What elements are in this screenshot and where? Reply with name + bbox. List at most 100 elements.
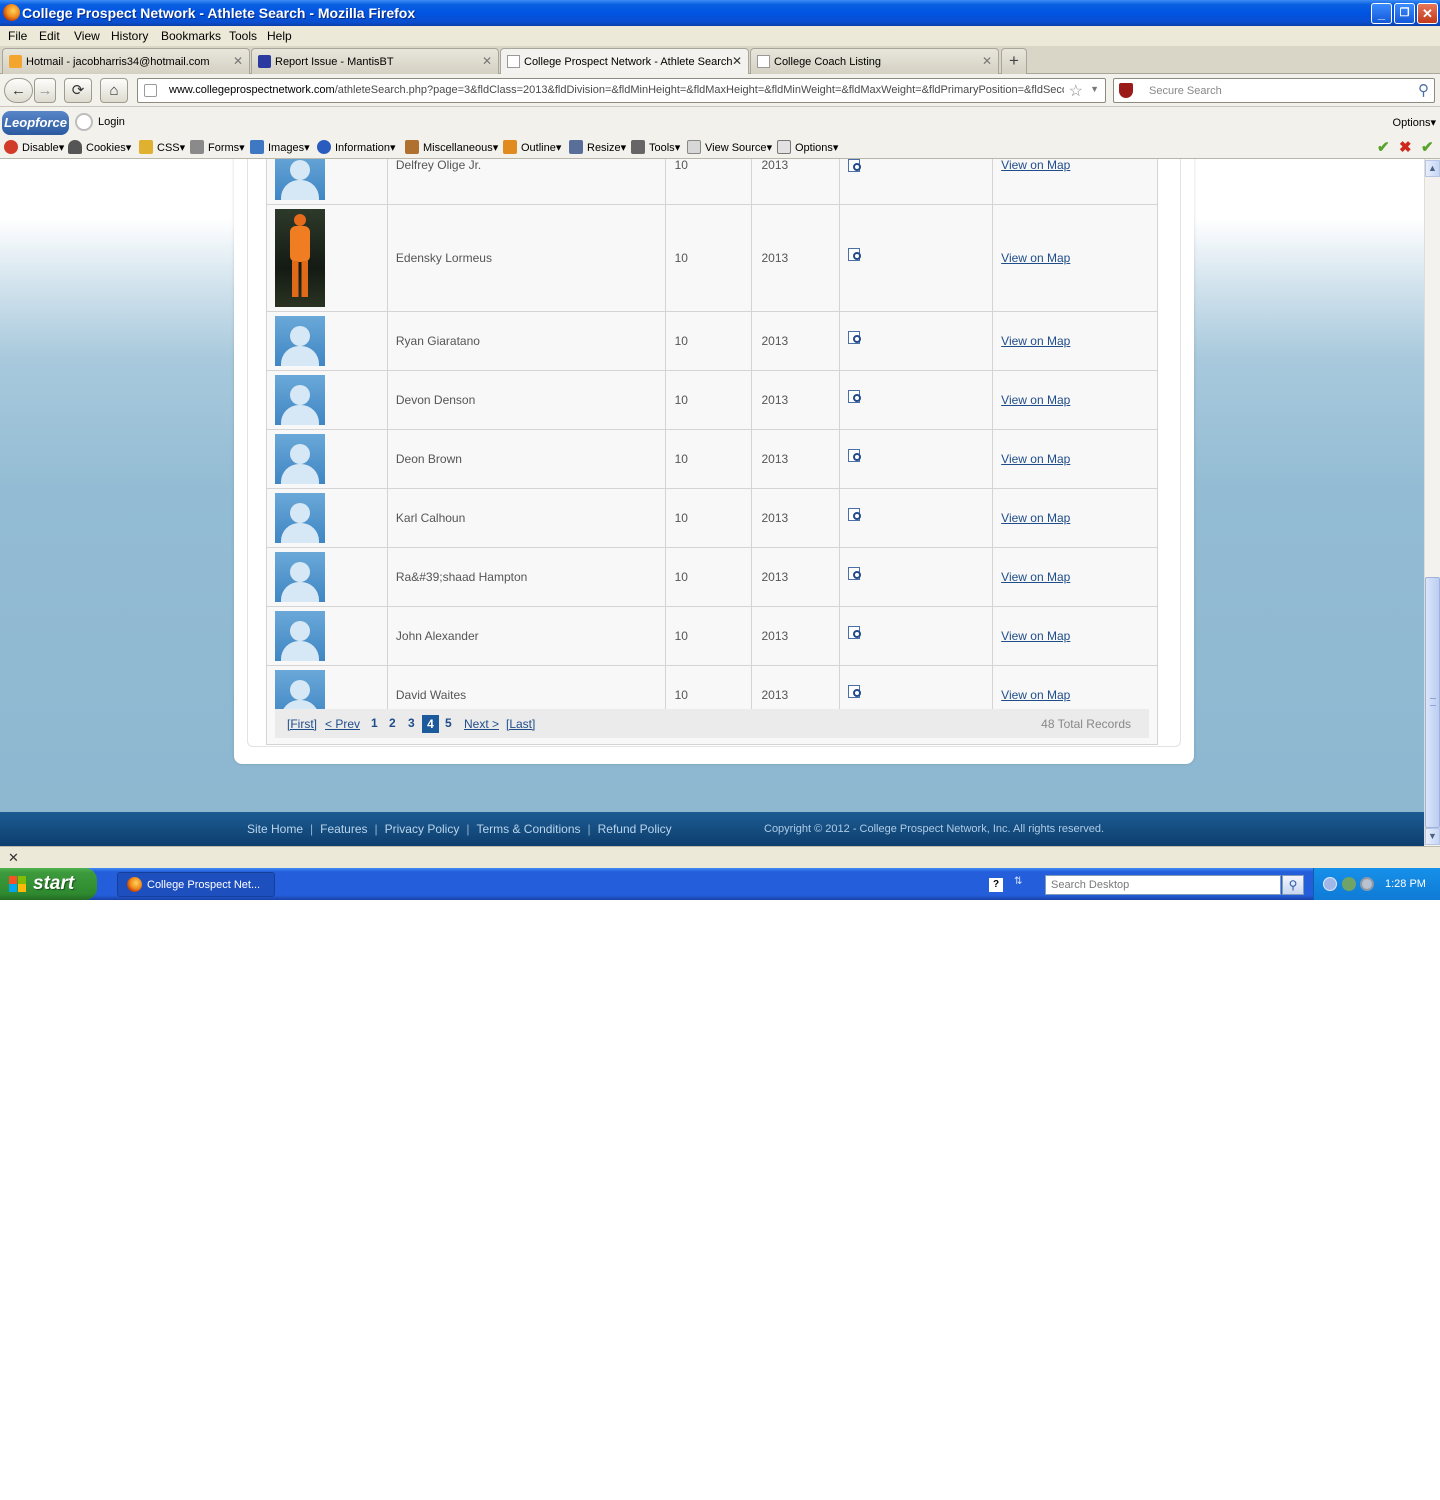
back-button[interactable]: ← xyxy=(4,78,33,103)
menu-file[interactable]: File xyxy=(8,29,27,43)
dev-css[interactable]: CSS▾ xyxy=(139,140,185,154)
menu-edit[interactable]: Edit xyxy=(39,29,60,43)
search-input[interactable]: Secure Search ⚲ xyxy=(1113,78,1435,103)
dev-resize[interactable]: Resize▾ xyxy=(569,140,626,154)
view-on-map-link[interactable]: View on Map xyxy=(1001,511,1070,525)
footer-link-terms[interactable]: Terms & Conditions xyxy=(476,822,580,836)
avatar-placeholder-icon[interactable] xyxy=(275,434,325,484)
view-on-map-link[interactable]: View on Map xyxy=(1001,334,1070,348)
page-2-link[interactable]: 2 xyxy=(389,716,396,730)
view-profile-icon[interactable] xyxy=(848,626,863,640)
toolbar-arrows-icon[interactable]: ⇅ xyxy=(1014,876,1022,887)
search-engine-icon[interactable] xyxy=(1119,83,1133,98)
avatar-placeholder-icon[interactable] xyxy=(275,493,325,543)
avatar-placeholder-icon[interactable] xyxy=(275,552,325,602)
view-profile-icon[interactable] xyxy=(848,449,863,463)
tab-close-icon[interactable]: ✕ xyxy=(982,54,992,68)
avatar-placeholder-icon[interactable] xyxy=(275,159,325,200)
view-on-map-link[interactable]: View on Map xyxy=(1001,570,1070,584)
view-profile-icon[interactable] xyxy=(848,248,863,262)
view-on-map-link[interactable]: View on Map xyxy=(1001,251,1070,265)
view-on-map-link[interactable]: View on Map xyxy=(1001,688,1070,702)
page-scrollbar[interactable]: ▲ ▼ xyxy=(1424,159,1440,846)
back-arrow-tray-icon[interactable] xyxy=(1323,877,1337,891)
avatar-placeholder-icon[interactable] xyxy=(275,375,325,425)
tab-coach-listing[interactable]: College Coach Listing ✕ xyxy=(750,48,999,74)
minimize-button[interactable]: _ xyxy=(1371,3,1392,24)
view-profile-icon[interactable] xyxy=(848,508,863,522)
tab-mantis[interactable]: Report Issue - MantisBT ✕ xyxy=(251,48,499,74)
first-page-link[interactable]: [First] xyxy=(287,717,317,731)
dev-cookies[interactable]: Cookies▾ xyxy=(68,140,131,154)
menu-tools[interactable]: Tools xyxy=(229,29,257,43)
view-on-map-link[interactable]: View on Map xyxy=(1001,393,1070,407)
css-ok-icon[interactable]: ✔ xyxy=(1377,138,1390,156)
athlete-photo[interactable] xyxy=(275,209,325,307)
help-icon[interactable]: ? xyxy=(989,878,1003,892)
network-users-icon[interactable] xyxy=(1342,877,1356,891)
footer-link-privacy-policy[interactable]: Privacy Policy xyxy=(385,822,460,836)
view-on-map-link[interactable]: View on Map xyxy=(1001,452,1070,466)
scroll-down-arrow[interactable]: ▼ xyxy=(1425,828,1440,845)
dev-miscellaneous[interactable]: Miscellaneous▾ xyxy=(405,140,498,154)
avatar-placeholder-icon[interactable] xyxy=(275,611,325,661)
view-profile-icon[interactable] xyxy=(848,390,863,404)
last-page-link[interactable]: [Last] xyxy=(506,717,535,731)
menu-help[interactable]: Help xyxy=(267,29,292,43)
search-icon[interactable]: ⚲ xyxy=(1418,81,1429,99)
view-profile-icon[interactable] xyxy=(848,567,863,581)
home-button[interactable]: ⌂ xyxy=(100,78,128,103)
reload-button[interactable]: ⟳ xyxy=(64,78,92,103)
options-button[interactable]: Options▾ xyxy=(1393,116,1436,129)
url-bar[interactable]: www.collegeprospectnetwork.com/athleteSe… xyxy=(137,78,1106,103)
page-5-link[interactable]: 5 xyxy=(445,716,452,730)
desktop-search-button[interactable]: ⚲ xyxy=(1282,875,1304,895)
menu-history[interactable]: History xyxy=(111,29,148,43)
tab-close-icon[interactable]: ✕ xyxy=(482,54,492,68)
scroll-up-arrow[interactable]: ▲ xyxy=(1425,160,1440,177)
login-button[interactable]: Login xyxy=(98,116,125,128)
close-button[interactable]: ✕ xyxy=(1417,3,1438,24)
start-button[interactable]: start xyxy=(0,868,97,900)
html-ok-icon[interactable]: ✔ xyxy=(1421,138,1434,156)
page-1-link[interactable]: 1 xyxy=(371,716,378,730)
scroll-thumb[interactable] xyxy=(1425,577,1440,828)
view-profile-icon[interactable] xyxy=(848,331,863,345)
dev-view-source[interactable]: View Source▾ xyxy=(687,140,772,154)
url-dropdown-icon[interactable]: ▼ xyxy=(1090,84,1099,94)
url-text[interactable]: www.collegeprospectnetwork.com/athleteSe… xyxy=(169,84,1064,96)
tab-close-icon[interactable]: ✕ xyxy=(233,54,243,68)
menu-view[interactable]: View xyxy=(74,29,100,43)
next-page-link[interactable]: Next > xyxy=(464,717,499,731)
page-3-link[interactable]: 3 xyxy=(408,716,415,730)
taskbar-firefox-window[interactable]: College Prospect Net... xyxy=(117,872,275,897)
dev-images[interactable]: Images▾ xyxy=(250,140,310,154)
prev-page-link[interactable]: < Prev xyxy=(325,717,360,731)
dev-forms[interactable]: Forms▾ xyxy=(190,140,245,154)
desktop-search-input[interactable]: Search Desktop xyxy=(1045,875,1281,895)
dev-outline[interactable]: Outline▾ xyxy=(503,140,561,154)
new-tab-button[interactable]: + xyxy=(1001,48,1027,74)
tab-athlete-search[interactable]: College Prospect Network - Athlete Searc… xyxy=(500,48,749,75)
dev-information[interactable]: Information▾ xyxy=(317,140,396,154)
view-profile-icon[interactable] xyxy=(848,159,863,173)
footer-link-features[interactable]: Features xyxy=(320,822,367,836)
menu-bookmarks[interactable]: Bookmarks xyxy=(161,29,221,43)
dev-options[interactable]: Options▾ xyxy=(777,140,838,154)
restore-button[interactable]: ❐ xyxy=(1394,3,1415,24)
js-error-icon[interactable]: ✖ xyxy=(1399,138,1412,156)
avatar-placeholder-icon[interactable] xyxy=(275,316,325,366)
footer-link-refund-policy[interactable]: Refund Policy xyxy=(598,822,672,836)
forward-button[interactable]: → xyxy=(34,78,56,103)
dev-disable[interactable]: Disable▾ xyxy=(4,140,64,154)
tab-hotmail[interactable]: Hotmail - jacobharris34@hotmail.com ✕ xyxy=(2,48,250,74)
login-icon[interactable] xyxy=(75,113,93,131)
leopforce-logo[interactable]: Leopforce xyxy=(2,111,69,135)
sync-tray-icon[interactable] xyxy=(1360,877,1374,891)
tab-close-icon[interactable]: ✕ xyxy=(732,54,742,68)
footer-link-site-home[interactable]: Site Home xyxy=(247,822,303,836)
view-profile-icon[interactable] xyxy=(848,685,863,699)
view-on-map-link[interactable]: View on Map xyxy=(1001,159,1070,172)
dev-tools[interactable]: Tools▾ xyxy=(631,140,680,154)
site-identity-icon[interactable] xyxy=(144,84,157,97)
